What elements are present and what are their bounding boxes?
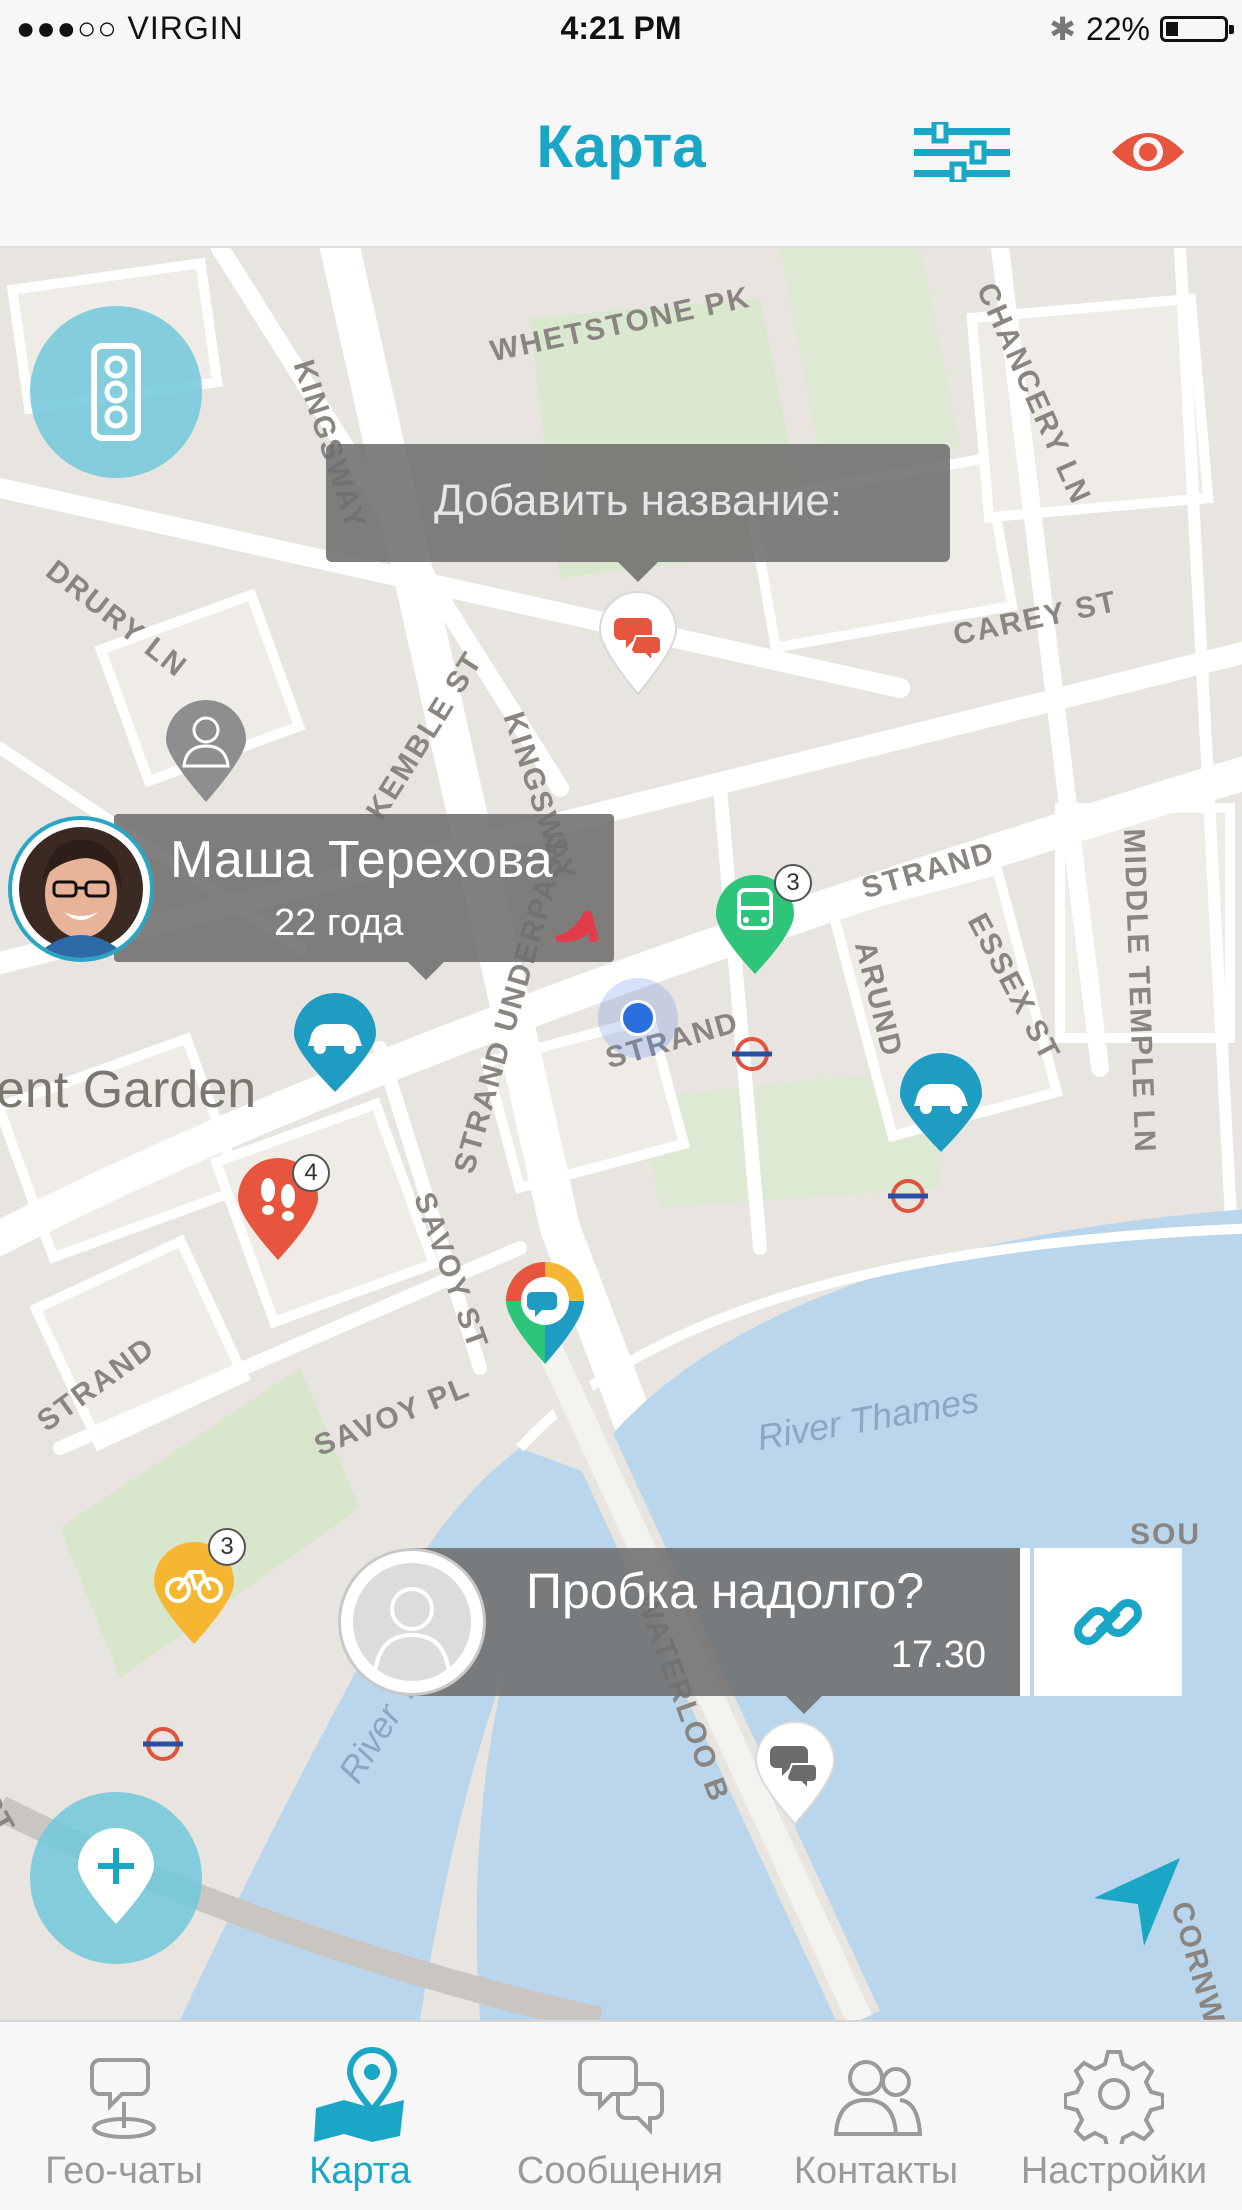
sliders-icon[interactable] (912, 122, 1012, 182)
area-label: ent Garden (0, 1061, 257, 1119)
avatar[interactable] (8, 816, 154, 962)
tab-label: Контакты (793, 2150, 959, 2192)
battery-icon (1160, 16, 1234, 42)
link-icon (1074, 1599, 1142, 1645)
current-location-dot (620, 1000, 656, 1036)
battery-percent: 22% (1085, 10, 1150, 47)
tab-settings[interactable]: Настройки (990, 2022, 1238, 2210)
person-pin[interactable] (162, 696, 250, 806)
map-pin-icon (314, 2047, 404, 2142)
tab-messages[interactable]: Сообщения (496, 2022, 744, 2210)
traffic-light-icon (91, 343, 141, 441)
share-link-button[interactable] (1034, 1548, 1182, 1696)
bluetooth-icon: ✱ (1049, 11, 1076, 47)
eye-icon[interactable] (1110, 124, 1186, 180)
user-age: 22 года (274, 902, 404, 944)
status-bar: ●●●○○ VIRGIN 4:21 PM ✱ 22% (0, 0, 1242, 60)
tab-bar: Гео-чаты Карта Сообщения Контакты Настро… (0, 2020, 1242, 2208)
navigation-arrow-icon[interactable] (1088, 1854, 1184, 1950)
add-pin-icon (78, 1828, 154, 1924)
new-geochat-pin[interactable] (596, 588, 680, 698)
tab-label: Настройки (1020, 2150, 1208, 2192)
car-pin[interactable] (290, 990, 380, 1094)
map-view[interactable]: WHETSTONE PK KINGSWAY CHANCERY LN DRURY … (0, 248, 1242, 2020)
event-title: Пробка надолго? (526, 1563, 925, 1619)
add-name-tooltip[interactable]: Добавить название: (326, 444, 950, 582)
group-geochat-pin[interactable] (502, 1258, 588, 1366)
user-card[interactable]: Маша Терехова 22 года (114, 814, 614, 980)
car-pin[interactable] (896, 1050, 986, 1154)
bike-count-badge: 3 (208, 1528, 246, 1566)
traffic-toggle-button[interactable] (30, 306, 202, 478)
event-time: 17.30 (890, 1634, 986, 1676)
bus-count-badge: 3 (774, 864, 812, 902)
tab-geo-chats[interactable]: Гео-чаты (0, 2022, 248, 2210)
avatar-placeholder-icon (353, 1563, 471, 1681)
high-heel-icon (555, 910, 599, 942)
add-pin-button[interactable] (30, 1792, 202, 1964)
tab-label: Сообщения (516, 2150, 724, 2192)
event-avatar[interactable] (338, 1548, 486, 1696)
contacts-icon (833, 2060, 923, 2136)
event-card[interactable]: Пробка надолго? 17.30 (410, 1548, 1020, 1714)
user-photo (19, 827, 143, 958)
geochat-pin[interactable] (752, 1718, 838, 1826)
tab-contacts[interactable]: Контакты (752, 2022, 1000, 2210)
add-name-prompt: Добавить название: (433, 476, 843, 525)
street-label: SOU (1130, 1518, 1202, 1551)
tab-map[interactable]: Карта (236, 2022, 484, 2210)
messages-icon (578, 2056, 664, 2135)
user-name: Маша Терехова (170, 831, 553, 889)
navigation-bar: Карта (0, 60, 1242, 248)
tab-label: Гео-чаты (45, 2150, 203, 2192)
settings-gear-icon (1064, 2050, 1164, 2144)
tab-label: Карта (309, 2150, 411, 2192)
status-right: ✱ 22% (1049, 10, 1234, 48)
page-title: Карта (536, 113, 706, 180)
geo-chat-icon (90, 2058, 156, 2139)
walk-count-badge: 4 (292, 1154, 330, 1192)
